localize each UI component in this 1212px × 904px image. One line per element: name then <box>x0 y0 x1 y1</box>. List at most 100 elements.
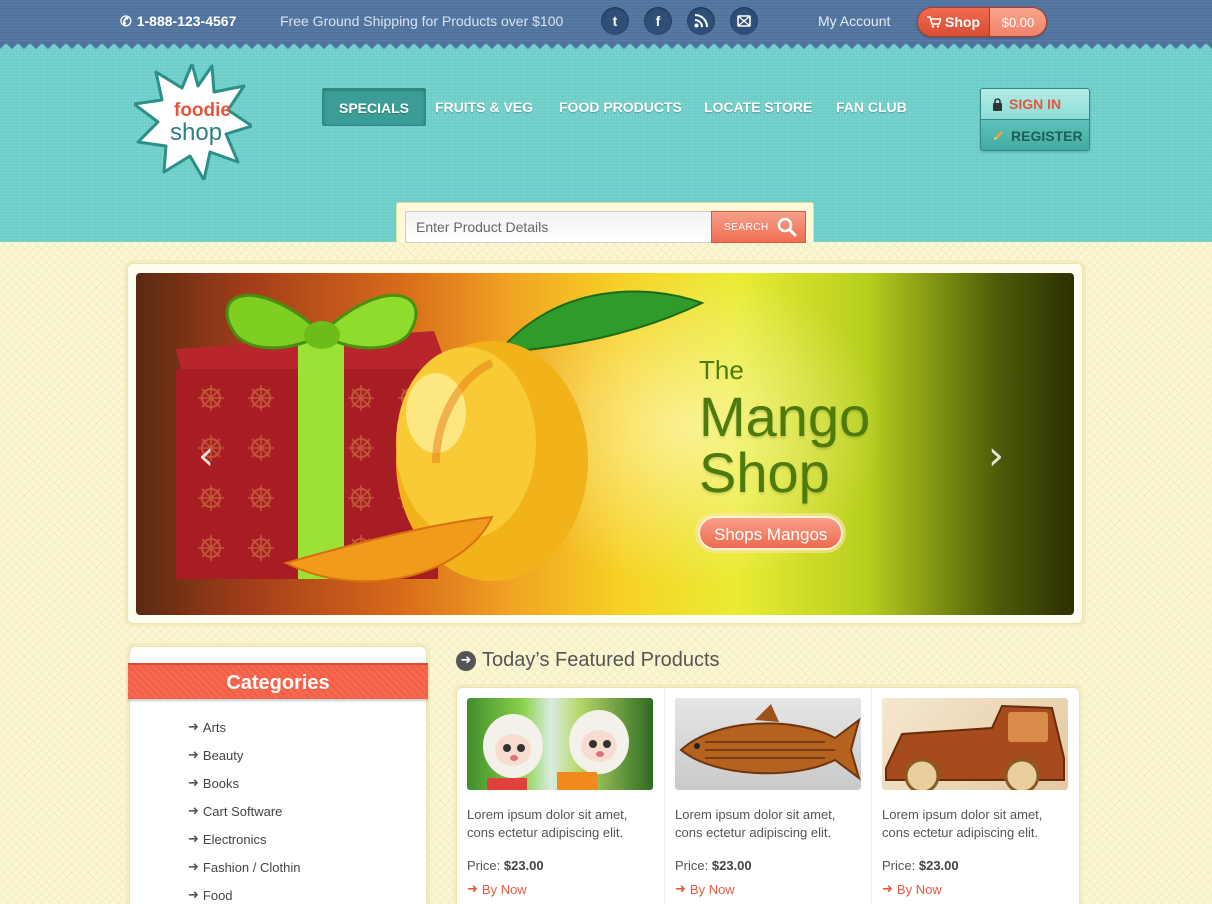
featured-title-text: Today’s Featured Products <box>482 649 720 671</box>
categories-sidebar: Categories ➜ Arts ➜ Beauty ➜ Books ➜ Cart So… <box>128 646 428 904</box>
banner-line-shop: Shop <box>699 441 830 504</box>
banner-line-the: The <box>699 355 744 385</box>
facebook-icon[interactable]: f <box>644 7 672 35</box>
product-price: Price: $23.00 <box>882 858 959 873</box>
category-beauty[interactable]: ➜ Beauty <box>188 741 300 769</box>
featured-title: ➜ Today’s Featured Products <box>456 649 720 672</box>
top-bar: ✆ 1-888-123-4567 Free Ground Shipping for… <box>0 0 1212 44</box>
banner-slide[interactable]: ‹ › The Mango Shop Shops Mangos <box>136 273 1074 615</box>
buy-now-link[interactable]: ➜ By Now <box>467 882 527 897</box>
category-arts[interactable]: ➜ Arts <box>188 713 300 741</box>
price-value: $23.00 <box>503 858 544 873</box>
phone-icon: ✆ <box>120 13 132 29</box>
product-card: Lorem ipsum dolor sit amet, cons ectetur… <box>664 688 871 904</box>
featured-products: Lorem ipsum dolor sit amet, cons ectetur… <box>456 687 1080 904</box>
cart-button[interactable]: Shop $0.00 <box>917 7 1047 37</box>
shops-mangos-button[interactable]: Shops Mangos <box>698 516 844 550</box>
register-label: REGISTER <box>1011 127 1083 144</box>
lock-icon <box>993 97 1002 111</box>
search-box: SEARCH <box>396 202 814 243</box>
product-card: Lorem ipsum dolor sit amet, cons ectetur… <box>871 688 1078 904</box>
product-description: Lorem ipsum dolor sit amet, cons ectetur… <box>675 807 836 840</box>
phone-text: 1-888-123-4567 <box>136 13 237 29</box>
arrow-right-icon: ➜ <box>882 882 893 897</box>
cart-label: Shop <box>945 14 980 30</box>
banner-headline: Mango Shop <box>699 389 870 501</box>
search-label: SEARCH <box>724 221 769 233</box>
price-value: $23.00 <box>918 858 959 873</box>
buy-now-label: By Now <box>481 882 527 897</box>
categories-list: ➜ Arts ➜ Beauty ➜ Books ➜ Cart Software ➜ Ele… <box>188 713 300 904</box>
tumblr-icon[interactable]: t <box>601 7 629 35</box>
search-icon <box>777 217 797 237</box>
slider-prev-arrow[interactable]: ‹ <box>198 433 214 479</box>
buy-now-label: By Now <box>896 882 942 897</box>
circle-arrow-icon: ➜ <box>456 650 476 671</box>
nav-food-products[interactable]: FOOD PRODUCTS <box>543 88 698 126</box>
banner-line-mango: Mango <box>699 385 871 448</box>
banner-slider: ‹ › The Mango Shop Shops Mangos <box>127 263 1083 624</box>
category-label: Cart Software <box>202 803 283 819</box>
category-fashion[interactable]: ➜ Fashion / Clothin <box>188 853 300 881</box>
arrow-right-icon: ➜ <box>188 859 199 875</box>
category-label: Beauty <box>202 747 244 763</box>
search-input[interactable] <box>405 211 711 243</box>
arrow-right-icon: ➜ <box>467 882 478 897</box>
category-label: Food <box>202 887 233 903</box>
product-price: Price: $23.00 <box>467 858 544 873</box>
category-cart-software[interactable]: ➜ Cart Software <box>188 797 300 825</box>
categories-title: Categories <box>128 663 428 699</box>
buy-now-link[interactable]: ➜ By Now <box>882 882 942 897</box>
arrow-right-icon: ➜ <box>188 887 199 903</box>
product-price: Price: $23.00 <box>675 858 752 873</box>
nav-fruits-veg[interactable]: FRUITS & VEG <box>419 88 549 126</box>
banner-artwork <box>176 290 705 583</box>
sign-in-button[interactable]: SIGN IN <box>981 89 1089 120</box>
nav-fan-club[interactable]: FAN CLUB <box>820 88 923 126</box>
arrow-right-icon: ➜ <box>188 719 199 735</box>
price-label: Price: <box>882 858 916 873</box>
product-image-toy-figurines[interactable] <box>467 698 653 790</box>
nav-specials[interactable]: SPECIALS <box>322 88 427 126</box>
arrow-right-icon: ➜ <box>188 831 199 847</box>
category-label: Arts <box>202 719 227 735</box>
my-account-link[interactable]: My Account <box>818 13 890 29</box>
rss-icon[interactable] <box>687 7 715 35</box>
category-electronics[interactable]: ➜ Electronics <box>188 825 300 853</box>
auth-box: SIGN IN REGISTER <box>980 88 1090 151</box>
product-image-wooden-fish[interactable] <box>675 698 861 790</box>
arrow-right-icon: ➜ <box>188 803 199 819</box>
product-image-wooden-car[interactable] <box>882 698 1068 790</box>
category-label: Fashion / Clothin <box>202 859 301 875</box>
slider-next-arrow[interactable]: › <box>988 433 1004 479</box>
logo-shop: shop <box>170 119 222 146</box>
logo-foodie: foodie <box>174 100 231 121</box>
category-label: Electronics <box>202 831 267 847</box>
buy-now-link[interactable]: ➜ By Now <box>675 882 735 897</box>
category-food[interactable]: ➜ Food <box>188 881 300 904</box>
arrow-right-icon: ➜ <box>188 775 199 791</box>
foodie-shop-logo[interactable]: foodie shop <box>132 62 254 182</box>
cart-icon <box>927 16 941 28</box>
sign-in-label: SIGN IN <box>1009 96 1062 112</box>
cart-total: $0.00 <box>990 8 1046 36</box>
cart-shop[interactable]: Shop <box>918 8 990 36</box>
buy-now-label: By Now <box>689 882 735 897</box>
search-button[interactable]: SEARCH <box>711 211 806 243</box>
nav-locate-store[interactable]: LOCATE STORE <box>688 88 828 126</box>
category-books[interactable]: ➜ Books <box>188 769 300 797</box>
shipping-note: Free Ground Shipping for Products over $… <box>280 13 564 29</box>
register-button[interactable]: REGISTER <box>981 120 1089 150</box>
zigzag-divider <box>0 41 1212 53</box>
arrow-right-icon: ➜ <box>675 882 686 897</box>
product-description: Lorem ipsum dolor sit amet, cons ectetur… <box>467 807 628 840</box>
price-value: $23.00 <box>711 858 752 873</box>
phone-number[interactable]: ✆ 1-888-123-4567 <box>120 13 236 30</box>
pencil-icon <box>994 131 1003 140</box>
price-label: Price: <box>467 858 501 873</box>
arrow-right-icon: ➜ <box>188 747 199 763</box>
price-label: Price: <box>675 858 709 873</box>
product-description: Lorem ipsum dolor sit amet, cons ectetur… <box>882 807 1043 840</box>
product-card: Lorem ipsum dolor sit amet, cons ectetur… <box>457 688 664 904</box>
mail-icon[interactable] <box>730 7 758 35</box>
